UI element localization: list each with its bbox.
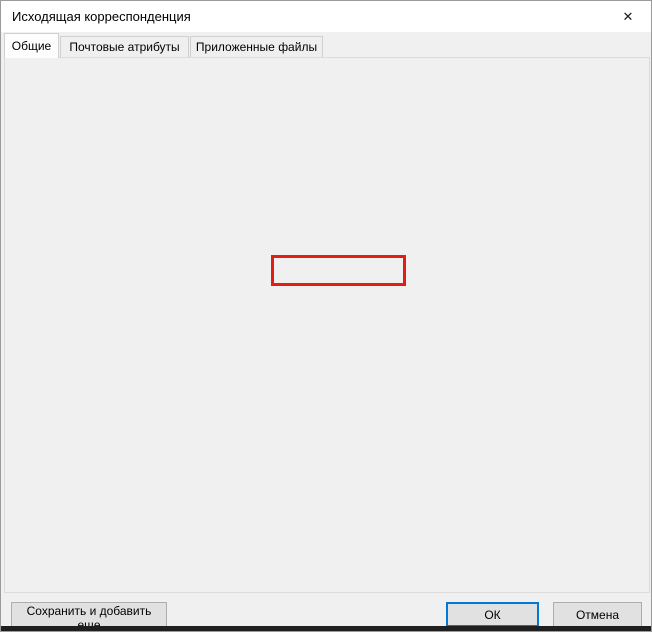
tab-page-general bbox=[4, 57, 650, 593]
annotation-highlight-box bbox=[271, 255, 406, 286]
save-and-add-button[interactable]: Сохранить и добавить еще bbox=[11, 602, 167, 627]
tab-postal-attributes[interactable]: Почтовые атрибуты bbox=[60, 36, 189, 58]
screen-edge-strip bbox=[1, 626, 651, 631]
close-icon: ✕ bbox=[623, 9, 634, 25]
tab-general[interactable]: Общие bbox=[4, 33, 59, 58]
outgoing-correspondence-dialog: Исходящая корреспонденция ✕ Общие Почтов… bbox=[0, 0, 652, 632]
cancel-button[interactable]: Отмена bbox=[553, 602, 642, 627]
tab-general-label: Общие bbox=[12, 39, 51, 53]
tab-files-label: Приложенные файлы bbox=[196, 40, 317, 54]
dialog-title: Исходящая корреспонденция bbox=[12, 9, 191, 24]
tab-postal-label: Почтовые атрибуты bbox=[69, 40, 179, 54]
tab-attached-files[interactable]: Приложенные файлы bbox=[190, 36, 323, 58]
ok-button[interactable]: ОК bbox=[446, 602, 539, 627]
close-button[interactable]: ✕ bbox=[605, 1, 651, 32]
title-bar: Исходящая корреспонденция ✕ bbox=[1, 1, 651, 32]
